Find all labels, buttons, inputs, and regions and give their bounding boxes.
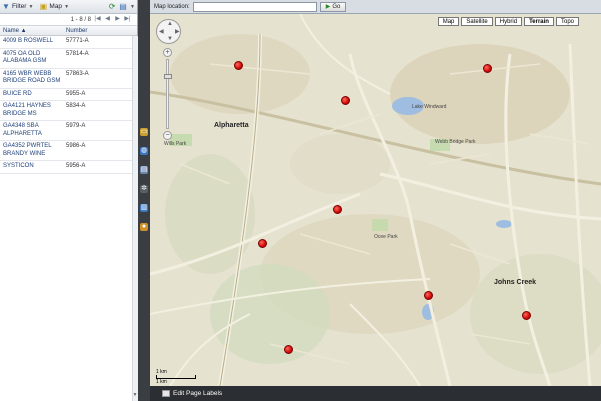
map-marker[interactable] — [258, 239, 267, 248]
table-row[interactable]: BUICE RD 5955-A — [0, 89, 137, 101]
zoom-in-button[interactable]: + — [163, 48, 172, 57]
panel-toolbar: ▼ Filter ▼ ▣ Map ▼ ⟳ ▤ ▼ — [0, 0, 137, 14]
map-icon: ▣ — [39, 1, 48, 11]
map-type-selector: Map Satellite Hybrid Terrain Topo — [437, 17, 579, 26]
row-number: 5979-A — [66, 123, 86, 129]
row-name[interactable]: SYSTICON — [0, 163, 62, 171]
bottom-bar: Edit Page Labels — [150, 386, 601, 401]
row-name[interactable]: GA4352 PWRTEL BRANDY WINE — [0, 143, 62, 158]
edit-page-labels-link[interactable]: Edit Page Labels — [173, 390, 222, 397]
map-type-topo[interactable]: Topo — [555, 17, 579, 26]
place-label-wills-park: Wills Park — [164, 141, 187, 147]
terrain-background — [150, 14, 601, 386]
row-number: 5834-A — [66, 103, 86, 109]
row-name[interactable]: GA4121 HAYNES BRIDGE MS — [0, 103, 62, 118]
pager-range: 1 - 8 / 8 — [70, 16, 91, 23]
users-icon[interactable]: ● — [140, 223, 148, 231]
last-page-icon[interactable]: ▶| — [124, 16, 131, 23]
chevron-down-icon: ▼ — [28, 3, 34, 10]
chevron-down-icon: ▼ — [64, 3, 70, 10]
scale-label-bottom: 1 km — [156, 379, 167, 385]
side-toolbar: ▭ ◍ ▤ ✲ ▥ ● — [139, 128, 149, 231]
chart-icon[interactable]: ▥ — [140, 204, 148, 212]
prev-page-icon[interactable]: ◀ — [104, 16, 111, 23]
row-name[interactable]: GA4348 SBA ALPHARETTA — [0, 123, 62, 138]
row-number: 5956-A — [66, 163, 86, 169]
map-type-terrain[interactable]: Terrain — [524, 17, 554, 26]
folder-icon[interactable]: ▭ — [140, 128, 148, 136]
row-name[interactable]: BUICE RD — [0, 91, 62, 99]
table-header: Name ▲ Number — [0, 26, 137, 36]
map-type-map[interactable]: Map — [437, 17, 460, 26]
row-name[interactable]: 4075 OA OLD ALABAMA GSM — [0, 51, 62, 66]
map-menu[interactable]: ▣ Map ▼ — [39, 1, 70, 11]
map-marker[interactable] — [341, 96, 350, 105]
place-label-ocee-park: Ocee Park — [374, 234, 398, 240]
filter-label: Filter — [12, 3, 27, 10]
table-row[interactable]: 4009 B ROSWELL 57771-A — [0, 36, 137, 49]
filter-icon: ▼ — [2, 1, 10, 11]
map-label: Map — [49, 3, 63, 10]
pan-down-icon[interactable]: ▼ — [167, 36, 173, 42]
map-marker[interactable] — [483, 64, 492, 73]
zoom-control: + − — [163, 48, 173, 140]
gear-icon[interactable]: ✲ — [140, 185, 148, 193]
filter-menu[interactable]: ▼ Filter ▼ — [2, 1, 34, 11]
row-name[interactable]: 4009 B ROSWELL — [0, 38, 62, 46]
location-bar: Map location: ▶ Go — [150, 0, 601, 14]
play-icon: ▶ — [325, 4, 331, 10]
pager: 1 - 8 / 8 |◀ ◀ ▶ ▶| — [0, 14, 137, 26]
zoom-slider-thumb[interactable] — [164, 74, 172, 79]
chevron-down-icon[interactable]: ▼ — [130, 4, 135, 10]
globe-icon[interactable]: ◍ — [140, 147, 148, 155]
row-number: 5986-A — [66, 143, 86, 149]
map-marker[interactable] — [333, 205, 342, 214]
pan-left-icon[interactable]: ◀ — [159, 28, 164, 35]
map-canvas[interactable]: Map Satellite Hybrid Terrain Topo ▲ ▼ ◀ … — [150, 14, 601, 386]
map-type-satellite[interactable]: Satellite — [461, 17, 493, 26]
location-label: Map location: — [154, 3, 190, 10]
row-number: 57814-A — [66, 50, 89, 57]
place-label-webb-bridge-park: Webb Bridge Park — [435, 139, 476, 145]
table-row[interactable]: GA4348 SBA ALPHARETTA 5979-A — [0, 121, 137, 141]
scale-bar: 1 km 1 km — [156, 369, 196, 385]
place-label-alpharetta: Alpharetta — [214, 122, 249, 129]
first-page-icon[interactable]: |◀ — [94, 16, 101, 23]
table-row[interactable]: GA4352 PWRTEL BRANDY WINE 5986-A — [0, 141, 137, 161]
edit-labels-icon[interactable] — [162, 390, 170, 397]
row-number: 57863-A — [66, 70, 89, 77]
map-marker[interactable] — [284, 345, 293, 354]
zoom-slider[interactable] — [164, 59, 172, 129]
next-page-icon[interactable]: ▶ — [114, 16, 121, 23]
refresh-icon[interactable]: ⟳ — [108, 2, 116, 11]
map-marker[interactable] — [424, 291, 433, 300]
results-list: 4009 B ROSWELL 57771-A 4075 OA OLD ALABA… — [0, 36, 137, 174]
column-header-number[interactable]: Number — [62, 28, 87, 34]
export-icon[interactable]: ▤ — [119, 2, 127, 11]
go-label: Go — [332, 3, 341, 10]
location-input[interactable] — [192, 1, 317, 12]
place-label-lake-windward: Lake Windward — [412, 104, 447, 110]
place-label-johns-creek: Johns Creek — [494, 279, 537, 286]
results-panel: ▼ Filter ▼ ▣ Map ▼ ⟳ ▤ ▼ 1 - 8 / 8 |◀ ◀ … — [0, 0, 138, 401]
map-marker[interactable] — [522, 311, 531, 320]
table-row[interactable]: 4165 WBR WEBB BRIDGE ROAD GSM 57863-A — [0, 69, 137, 89]
pan-control[interactable]: ▲ ▼ ◀ ▶ — [156, 19, 181, 44]
row-name[interactable]: 4165 WBR WEBB BRIDGE ROAD GSM — [0, 71, 62, 86]
column-header-name[interactable]: Name ▲ — [0, 28, 62, 34]
pan-right-icon[interactable]: ▶ — [175, 28, 180, 35]
document-icon[interactable]: ▤ — [140, 166, 148, 174]
map-type-hybrid[interactable]: Hybrid — [494, 17, 523, 26]
zoom-out-button[interactable]: − — [163, 131, 172, 140]
table-row[interactable]: SYSTICON 5956-A — [0, 161, 137, 174]
table-row[interactable]: 4075 OA OLD ALABAMA GSM 57814-A — [0, 49, 137, 69]
map-marker[interactable] — [234, 61, 243, 70]
pan-up-icon[interactable]: ▲ — [167, 21, 173, 27]
table-row[interactable]: GA4121 HAYNES BRIDGE MS 5834-A — [0, 101, 137, 121]
row-number: 57771-A — [66, 38, 89, 44]
row-number: 5955-A — [66, 90, 86, 97]
go-button[interactable]: ▶ Go — [319, 1, 347, 12]
